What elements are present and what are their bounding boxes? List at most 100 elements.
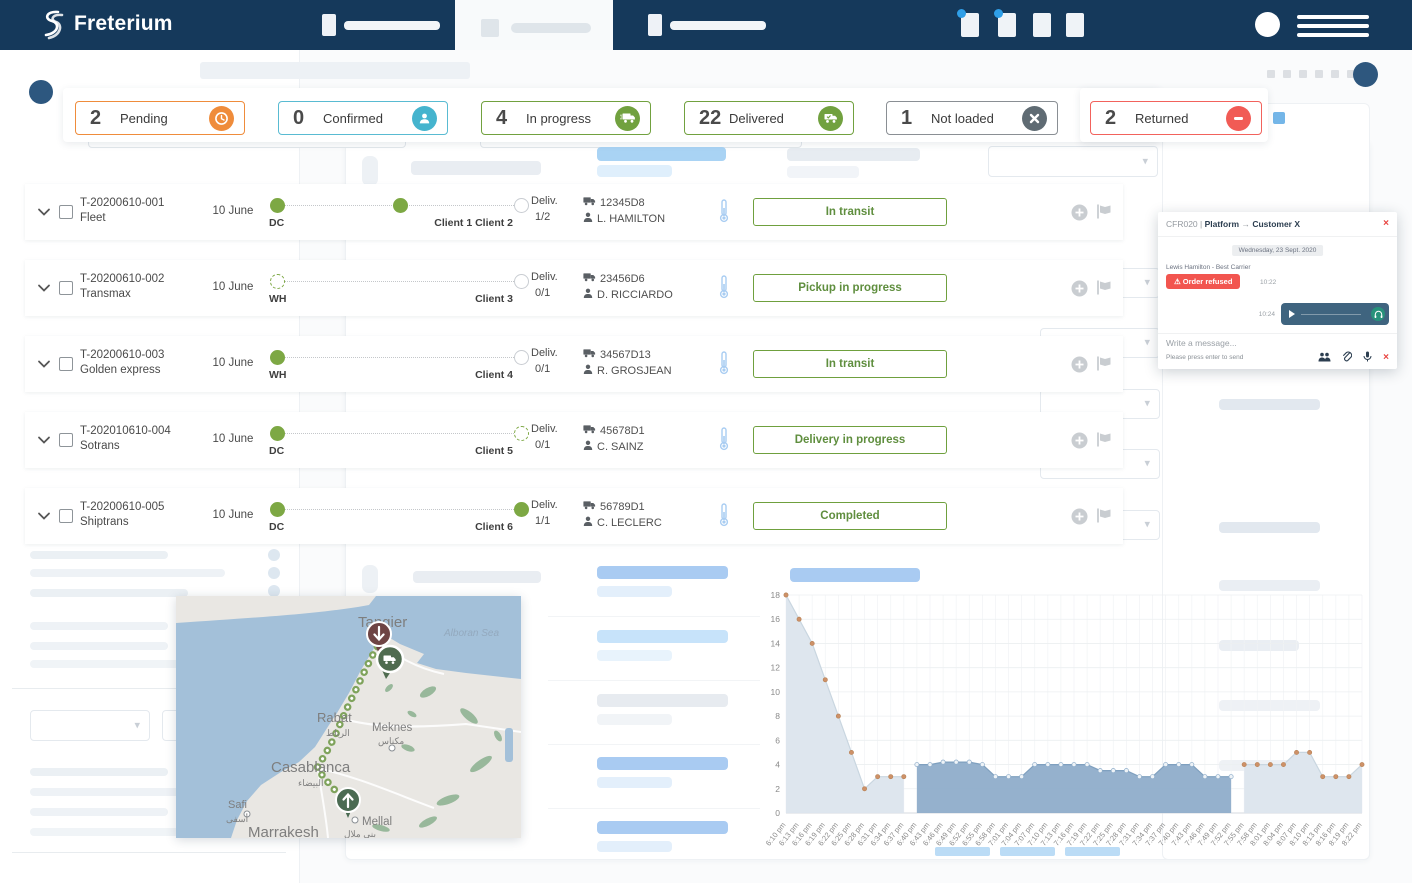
route-map[interactable]: TangierAlboran SeaRabatالرباطMeknesمكناس… [176, 596, 521, 838]
table-row[interactable]: T-20200610-002Transmax 10 June WH Client… [25, 260, 1123, 316]
chevron-down-icon: ▾ [1144, 517, 1150, 530]
area-chart-svg: 0246810121416186:10 pm6:13 pm6:16 pm6:19… [762, 583, 1370, 860]
row-checkbox[interactable] [59, 205, 73, 219]
flag-icon[interactable] [1097, 432, 1113, 452]
row-checkbox[interactable] [59, 281, 73, 295]
expand-chevron-icon[interactable] [37, 356, 51, 374]
brand-logo[interactable]: Freterium [38, 8, 173, 40]
deliveries-count: 1/2 [531, 209, 558, 225]
close-icon[interactable]: × [1383, 218, 1389, 229]
thermometer-icon[interactable] [719, 199, 729, 228]
chart-point [1046, 762, 1050, 766]
chart-point [810, 641, 814, 645]
avatar[interactable] [1255, 12, 1280, 37]
carrier-name: Golden express [80, 363, 164, 378]
table-row[interactable]: T-202010610-004Sotrans 10 June DC Client… [25, 412, 1123, 468]
route-progress-line [277, 509, 522, 510]
play-icon[interactable] [1289, 310, 1295, 318]
returned-count: 2 [1105, 107, 1135, 130]
chat-message-input[interactable] [1166, 338, 1296, 348]
add-icon[interactable] [1071, 356, 1088, 378]
deliveries-label: Deliv. [531, 193, 558, 209]
status-button[interactable]: In transit [753, 198, 947, 226]
table-row[interactable]: T-20200610-001Fleet 10 June DC Client 1 … [25, 184, 1123, 240]
add-icon[interactable] [1071, 204, 1088, 226]
nav-item-icon[interactable] [322, 14, 336, 36]
truck-icon [583, 499, 596, 515]
nav-tab-active[interactable] [455, 0, 613, 50]
truck-icon [583, 347, 596, 363]
status-button[interactable]: Delivery in progress [753, 426, 947, 454]
microphone-icon[interactable] [1363, 351, 1372, 364]
origin-label: DC [269, 521, 284, 533]
chart-point [902, 775, 906, 779]
pill-delivered[interactable]: 22 Delivered [684, 101, 854, 135]
map-label: أسفى [226, 812, 248, 824]
nav-item-placeholder[interactable] [670, 21, 766, 30]
drag-handle [362, 156, 378, 186]
in-progress-count: 4 [496, 107, 526, 130]
flag-icon[interactable] [1097, 280, 1113, 300]
pill-in-progress[interactable]: 4 In progress [481, 101, 651, 135]
nav-item-icon[interactable] [648, 14, 662, 36]
skeleton-bar-lightblue [597, 586, 672, 597]
driver-name: C. SAINZ [597, 439, 643, 455]
thermometer-icon[interactable] [719, 427, 729, 456]
pill-returned[interactable]: 2 Returned [1090, 101, 1262, 135]
expand-chevron-icon[interactable] [37, 204, 51, 222]
chart-point [928, 762, 932, 766]
thermometer-icon[interactable] [719, 351, 729, 380]
flag-icon[interactable] [1097, 204, 1113, 224]
pill-confirmed[interactable]: 0 Confirmed [278, 101, 448, 135]
deliveries-time-chart[interactable]: 0246810121416186:10 pm6:13 pm6:16 pm6:19… [762, 583, 1370, 865]
y-axis-tick: 12 [771, 663, 781, 673]
add-icon[interactable] [1071, 280, 1088, 302]
chart-point [1308, 750, 1312, 754]
pill-not-loaded[interactable]: 1 Not loaded [886, 101, 1058, 135]
not-loaded-count: 1 [901, 107, 931, 130]
pill-pending[interactable]: 2 Pending [75, 101, 245, 135]
flag-icon[interactable] [1097, 508, 1113, 528]
user-shortcut-circle[interactable] [1353, 62, 1378, 87]
status-button[interactable]: Pickup in progress [753, 274, 947, 302]
thermometer-icon[interactable] [719, 503, 729, 532]
truck-icon [583, 271, 596, 287]
carrier-name: Sotrans [80, 439, 171, 454]
shipment-date: 10 June [195, 357, 271, 369]
status-button[interactable]: Completed [753, 502, 947, 530]
close-icon[interactable]: × [1383, 352, 1389, 363]
chat-header: CFR020 | Platform → Customer X × [1158, 212, 1397, 237]
brand-name: Freterium [74, 12, 173, 36]
deliveries-label: Deliv. [531, 345, 558, 361]
map-label: الرباط [326, 728, 350, 739]
chart-point [1216, 775, 1220, 779]
driver-name: L. HAMILTON [597, 211, 665, 227]
status-button[interactable]: In transit [753, 350, 947, 378]
chart-point [1203, 775, 1207, 779]
nav-item-placeholder[interactable] [344, 21, 440, 30]
add-icon[interactable] [1071, 508, 1088, 530]
divider [548, 680, 760, 681]
sidebar-filter-select[interactable]: ▾ [30, 710, 150, 741]
chart-point [797, 617, 801, 621]
row-checkbox[interactable] [59, 433, 73, 447]
expand-chevron-icon[interactable] [37, 280, 51, 298]
expand-chevron-icon[interactable] [37, 432, 51, 450]
nav-icon-button[interactable] [1033, 13, 1051, 37]
add-icon[interactable] [1071, 432, 1088, 454]
nav-icon-button[interactable] [1066, 13, 1084, 37]
group-icon[interactable] [1318, 352, 1331, 364]
chevron-down-icon: ▾ [134, 718, 140, 731]
thermometer-icon[interactable] [719, 275, 729, 304]
expand-chevron-icon[interactable] [37, 508, 51, 526]
table-row[interactable]: T-20200610-003Golden express 10 June WH … [25, 336, 1123, 392]
divider [548, 616, 760, 617]
table-row[interactable]: T-20200610-005Shiptrans 10 June DC Clien… [25, 488, 1123, 544]
row-checkbox[interactable] [59, 509, 73, 523]
audio-message-bubble[interactable] [1281, 303, 1389, 325]
chart-point [1334, 775, 1338, 779]
paperclip-icon[interactable] [1342, 351, 1352, 364]
flag-icon[interactable] [1097, 356, 1113, 376]
toolbar-select[interactable]: ▾ [988, 146, 1158, 177]
row-checkbox[interactable] [59, 357, 73, 371]
